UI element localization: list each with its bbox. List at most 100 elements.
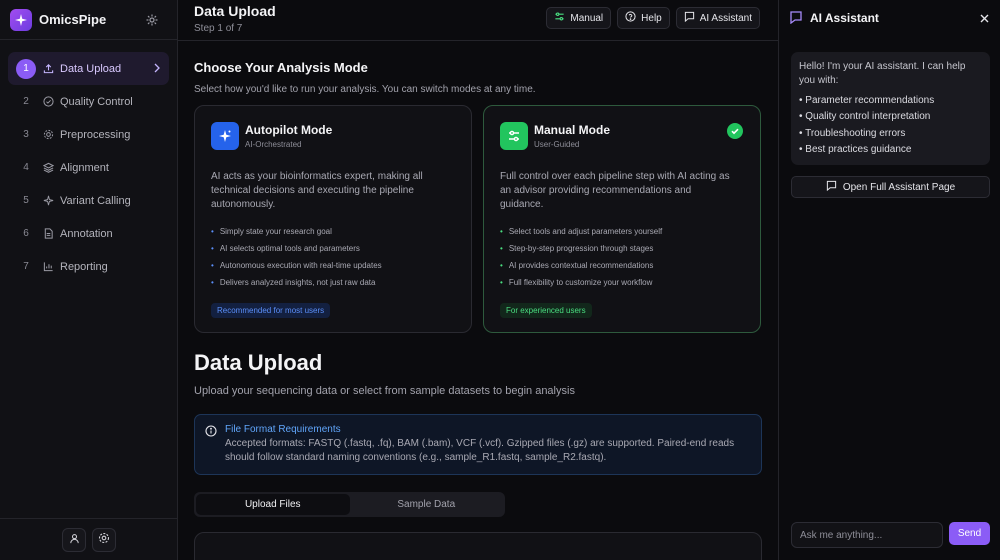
step-label: Alignment bbox=[60, 161, 109, 174]
mode-feature: • AI provides contextual recommendations bbox=[500, 261, 654, 270]
step-label: Data Upload bbox=[60, 62, 122, 75]
autopilot-sparkle-icon bbox=[211, 122, 239, 150]
mode-header: Autopilot Mode AI-Orchestrated bbox=[211, 122, 455, 150]
assistant-header: AI Assistant bbox=[779, 0, 1000, 36]
mode-description: AI acts as your bioinformatics expert, m… bbox=[211, 171, 423, 210]
analysis-mode-description: Select how you'd like to run your analys… bbox=[194, 84, 536, 95]
user-icon bbox=[69, 533, 80, 547]
open-full-assistant-label: Open Full Assistant Page bbox=[842, 181, 956, 193]
app-name: OmicsPipe bbox=[39, 12, 107, 27]
mode-feature: • AI selects optimal tools and parameters bbox=[211, 244, 360, 253]
step-number: 5 bbox=[23, 195, 29, 206]
close-icon[interactable] bbox=[978, 12, 990, 24]
open-full-assistant-button[interactable]: Open Full Assistant Page bbox=[791, 176, 990, 198]
settings-gear-icon[interactable] bbox=[145, 13, 159, 27]
tab-sample-data[interactable]: Sample Data bbox=[350, 494, 504, 515]
settings-button[interactable] bbox=[92, 527, 116, 552]
help-circle-icon bbox=[625, 11, 636, 25]
manual-mode-card[interactable]: Manual Mode User-Guided Full control ove… bbox=[483, 105, 761, 333]
upload-description: Upload your sequencing data or select fr… bbox=[194, 385, 575, 397]
mode-subtitle: AI-Orchestrated bbox=[245, 140, 302, 149]
tab-upload-files[interactable]: Upload Files bbox=[196, 494, 350, 515]
step-label: Variant Calling bbox=[60, 194, 131, 207]
mode-feature-list: • Simply state your research goal • AI sel… bbox=[211, 223, 455, 291]
step-number: 3 bbox=[23, 129, 29, 140]
mode-feature: • Full flexibility to customize your work… bbox=[500, 278, 653, 287]
mode-feature-text: Delivers analyzed insights, not just raw… bbox=[219, 278, 376, 287]
capability-item: • Quality control interpretation bbox=[799, 111, 931, 123]
mode-feature-text: Simply state your research goal bbox=[219, 227, 332, 236]
main-content: Data Upload Step 1 of 7 Manual Help AI A… bbox=[178, 0, 778, 560]
mode-feature: • Delivers analyzed insights, not just ra… bbox=[211, 278, 376, 287]
step-label: Reporting bbox=[60, 260, 108, 273]
mode-feature-text: Select tools and adjust parameters yours… bbox=[508, 227, 663, 236]
document-icon bbox=[42, 228, 54, 240]
manual-sliders-icon bbox=[500, 122, 528, 150]
step-data-upload[interactable]: 1 Data Upload bbox=[8, 52, 169, 85]
assistant-message-input[interactable] bbox=[791, 522, 943, 548]
ai-assistant-panel: AI Assistant Hello! I'm your AI assistan… bbox=[778, 0, 1000, 560]
user-profile-button[interactable] bbox=[62, 527, 86, 552]
step-annotation[interactable]: 6 Annotation bbox=[8, 217, 169, 250]
mode-header: Manual Mode User-Guided bbox=[500, 122, 744, 150]
mode-subtitle: User-Guided bbox=[534, 140, 580, 149]
pipeline-steps: 1 Data Upload 2 Quality Control 3 Prepro… bbox=[0, 40, 177, 295]
manual-button[interactable]: Manual bbox=[546, 7, 612, 29]
mode-feature: • Select tools and adjust parameters your… bbox=[500, 227, 663, 236]
step-number: 1 bbox=[16, 58, 36, 79]
chat-bubble-icon bbox=[826, 180, 837, 194]
assistant-input-row: Send bbox=[791, 522, 991, 548]
step-variant-calling[interactable]: 5 Variant Calling bbox=[8, 184, 169, 217]
mode-feature: • Step-by-step progression through stages bbox=[500, 244, 654, 253]
mode-description: Full control over each pipeline step wit… bbox=[500, 171, 730, 210]
help-button-label: Help bbox=[641, 12, 662, 24]
assistant-greeting: Hello! I'm your AI assistant. I can help… bbox=[799, 61, 966, 86]
assistant-capabilities: • Parameter recommendations • Quality co… bbox=[799, 92, 982, 158]
analysis-mode-section: Choose Your Analysis Mode Select how you… bbox=[178, 60, 778, 333]
step-reporting[interactable]: 7 Reporting bbox=[8, 250, 169, 283]
send-button[interactable]: Send bbox=[949, 522, 990, 545]
step-number: 4 bbox=[23, 162, 29, 173]
ai-assistant-button-label: AI Assistant bbox=[699, 12, 752, 24]
step-quality-control[interactable]: 2 Quality Control bbox=[8, 85, 169, 118]
mode-options: Autopilot Mode AI-Orchestrated AI acts a… bbox=[194, 105, 762, 333]
chat-bubble-icon bbox=[684, 11, 695, 25]
step-number: 6 bbox=[23, 228, 29, 239]
mode-feature-text: AI selects optimal tools and parameters bbox=[219, 244, 360, 253]
mode-feature: • Autonomous execution with real-time upd… bbox=[211, 261, 382, 270]
mode-feature-list: • Select tools and adjust parameters your… bbox=[500, 223, 744, 291]
step-alignment[interactable]: 4 Alignment bbox=[8, 151, 169, 184]
info-icon bbox=[205, 425, 217, 437]
selected-check-icon bbox=[727, 123, 743, 139]
mode-feature-text: Autonomous execution with real-time upda… bbox=[219, 261, 382, 270]
mode-feature: • Simply state your research goal bbox=[211, 227, 332, 236]
gear-icon bbox=[42, 129, 54, 141]
analysis-mode-title: Choose Your Analysis Mode bbox=[194, 60, 368, 75]
recommendation-badge: Recommended for most users bbox=[211, 303, 331, 318]
step-label: Annotation bbox=[60, 227, 113, 240]
sliders-icon bbox=[554, 11, 565, 25]
assistant-title: AI Assistant bbox=[810, 11, 879, 25]
data-upload-section: Data Upload Upload your sequencing data … bbox=[178, 350, 778, 560]
step-label: Quality Control bbox=[60, 95, 133, 108]
chat-bubble-icon bbox=[789, 10, 803, 27]
mode-title: Autopilot Mode bbox=[245, 123, 333, 137]
mode-title: Manual Mode bbox=[534, 123, 611, 137]
step-preprocessing[interactable]: 3 Preprocessing bbox=[8, 118, 169, 151]
experience-badge: For experienced users bbox=[500, 303, 592, 318]
app-logo-icon bbox=[10, 8, 32, 31]
header-actions: Manual Help AI Assistant bbox=[546, 7, 760, 29]
mode-feature-text: Step-by-step progression through stages bbox=[508, 244, 654, 253]
check-circle-icon bbox=[42, 96, 54, 108]
step-number: 2 bbox=[23, 96, 29, 107]
ai-assistant-button[interactable]: AI Assistant bbox=[675, 7, 760, 29]
step-number: 7 bbox=[23, 261, 29, 272]
step-label: Preprocessing bbox=[60, 128, 131, 141]
layers-icon bbox=[42, 162, 54, 174]
help-button[interactable]: Help bbox=[617, 7, 670, 29]
upload-icon bbox=[42, 63, 54, 75]
manual-button-label: Manual bbox=[570, 12, 604, 24]
autopilot-mode-card[interactable]: Autopilot Mode AI-Orchestrated AI acts a… bbox=[194, 105, 472, 333]
upload-card bbox=[194, 532, 762, 560]
brand-header: OmicsPipe bbox=[0, 0, 177, 40]
